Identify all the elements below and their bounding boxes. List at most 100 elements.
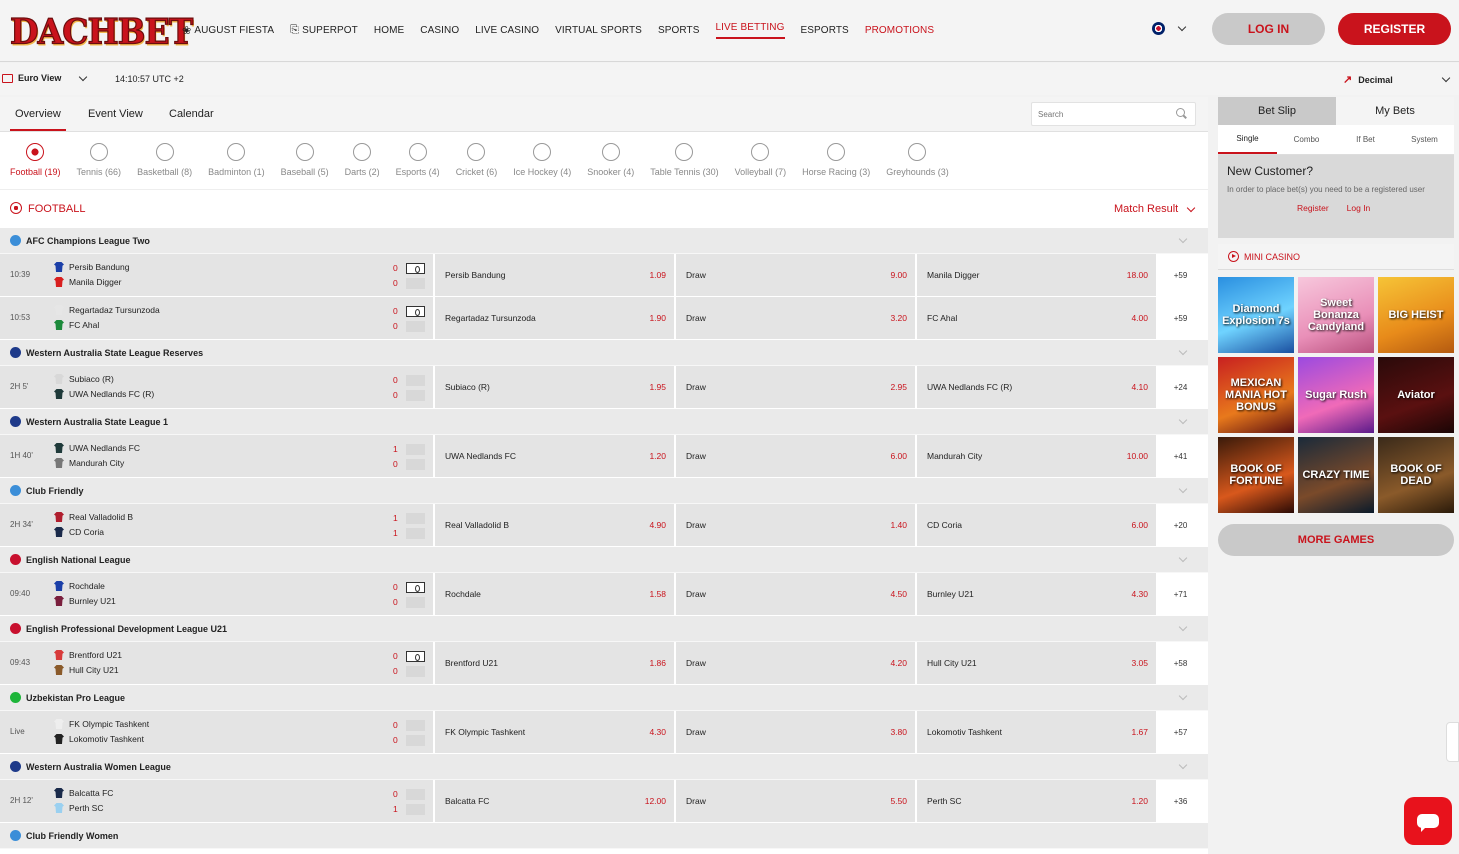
chevron-down-icon[interactable] (1178, 415, 1188, 425)
sport-ice-hockey[interactable]: Ice Hockey (4) (513, 133, 571, 189)
match-info[interactable]: 2H 12' Balcatta FC 0 Perth SC 1 (0, 780, 433, 822)
away-odds-button[interactable]: Lokomotiv Tashkent 1.67 (917, 711, 1156, 753)
side-feedback-tab[interactable] (1446, 722, 1459, 762)
tab-my-bets[interactable]: My Bets (1336, 97, 1454, 125)
draw-odds-button[interactable]: Draw 1.40 (676, 504, 915, 546)
chevron-down-icon[interactable] (1178, 234, 1188, 244)
sport-esports[interactable]: Esports (4) (396, 133, 440, 189)
nav-item-esports[interactable]: ESPORTS (801, 22, 849, 39)
more-markets-button[interactable]: +59 (1158, 254, 1203, 296)
more-markets-button[interactable]: +57 (1158, 711, 1203, 753)
game-tile-sweet-bonanza-candyland[interactable]: Sweet Bonanza Candyland (1298, 277, 1374, 353)
match-info[interactable]: 2H 34' Real Valladolid B 1 CD Coria 1 (0, 504, 433, 546)
league-header[interactable]: Club Friendly Women (0, 823, 1208, 849)
nav-item-promotions[interactable]: PROMOTIONS (865, 22, 934, 39)
game-tile-crazy-time[interactable]: CRAZY TIME (1298, 437, 1374, 513)
pitch-icon[interactable] (406, 651, 425, 662)
away-odds-button[interactable]: Burnley U21 4.30 (917, 573, 1156, 615)
sport-basketball[interactable]: Basketball (8) (137, 133, 192, 189)
nav-item-casino[interactable]: CASINO (420, 22, 459, 39)
search-icon[interactable] (1176, 108, 1185, 117)
nav-item-live-casino[interactable]: LIVE CASINO (475, 22, 539, 39)
league-header[interactable]: Club Friendly (0, 478, 1208, 504)
search-input[interactable] (1031, 102, 1196, 126)
nav-item-sports[interactable]: SPORTS (658, 22, 700, 39)
home-odds-button[interactable]: Brentford U21 1.86 (435, 642, 674, 684)
pitch-icon[interactable] (406, 375, 425, 386)
home-odds-button[interactable]: Subiaco (R) 1.95 (435, 366, 674, 408)
sport-horse-racing[interactable]: Horse Racing (3) (802, 133, 870, 189)
more-markets-button[interactable]: +58 (1158, 642, 1203, 684)
away-odds-button[interactable]: FC Ahal 4.00 (917, 297, 1156, 339)
nav-item-august-fiesta[interactable]: ❀ AUGUST FIESTA (182, 22, 274, 39)
chevron-down-icon[interactable] (1178, 760, 1188, 770)
more-markets-button[interactable]: +36 (1158, 780, 1203, 822)
league-header[interactable]: AFC Champions League Two (0, 228, 1208, 254)
market-selector[interactable]: Match Result (1114, 203, 1196, 215)
league-header[interactable]: English National League (0, 547, 1208, 573)
league-header[interactable]: Western Australia State League Reserves (0, 340, 1208, 366)
match-info[interactable]: 10:53 Regartadaz Tursunzoda 0 FC Ahal 0 (0, 297, 433, 339)
home-odds-button[interactable]: Persib Bandung 1.09 (435, 254, 674, 296)
sport-table-tennis[interactable]: Table Tennis (30) (650, 133, 719, 189)
home-odds-button[interactable]: UWA Nedlands FC 1.20 (435, 435, 674, 477)
sport-darts[interactable]: Darts (2) (345, 133, 380, 189)
chevron-down-icon[interactable] (1178, 346, 1188, 356)
nav-item-home[interactable]: HOME (374, 22, 404, 39)
chevron-down-icon[interactable] (1178, 553, 1188, 563)
pitch-icon[interactable] (406, 720, 425, 731)
sport-cricket[interactable]: Cricket (6) (456, 133, 497, 189)
home-odds-button[interactable]: Regartadaz Tursunzoda 1.90 (435, 297, 674, 339)
away-odds-button[interactable]: Manila Digger 18.00 (917, 254, 1156, 296)
tab-single[interactable]: Single (1218, 125, 1277, 154)
draw-odds-button[interactable]: Draw 5.50 (676, 780, 915, 822)
game-tile-sugar-rush[interactable]: Sugar Rush (1298, 357, 1374, 433)
home-odds-button[interactable]: Rochdale 1.58 (435, 573, 674, 615)
nav-item-superpot[interactable]: ⎘ SUPERPOT (290, 22, 358, 39)
sport-baseball[interactable]: Baseball (5) (281, 133, 329, 189)
draw-odds-button[interactable]: Draw 2.95 (676, 366, 915, 408)
pitch-icon[interactable] (406, 444, 425, 455)
match-info[interactable]: 09:43 Brentford U21 0 Hull City U21 0 (0, 642, 433, 684)
sport-snooker[interactable]: Snooker (4) (587, 133, 634, 189)
match-info[interactable]: 10:39 Persib Bandung 0 Manila Digger 0 (0, 254, 433, 296)
pitch-icon[interactable] (406, 582, 425, 593)
register-link[interactable]: Register (1297, 203, 1329, 213)
draw-odds-button[interactable]: Draw 3.80 (676, 711, 915, 753)
login-link[interactable]: Log In (1347, 203, 1371, 213)
pitch-icon[interactable] (406, 513, 425, 524)
sport-tennis[interactable]: Tennis (66) (77, 133, 121, 189)
pitch-icon[interactable] (406, 789, 425, 800)
game-tile-aviator[interactable]: Aviator (1378, 357, 1454, 433)
match-info[interactable]: 2H 5' Subiaco (R) 0 UWA Nedlands FC (R) 0 (0, 366, 433, 408)
pitch-icon[interactable] (406, 306, 425, 317)
league-header[interactable]: Western Australia Women League (0, 754, 1208, 780)
game-tile-big-heist[interactable]: BIG HEIST (1378, 277, 1454, 353)
chat-button[interactable] (1404, 797, 1452, 845)
chevron-down-icon[interactable] (1178, 691, 1188, 701)
chevron-down-icon[interactable] (1178, 622, 1188, 632)
league-header[interactable]: Uzbekistan Pro League (0, 685, 1208, 711)
more-markets-button[interactable]: +59 (1158, 297, 1203, 339)
draw-odds-button[interactable]: Draw 4.20 (676, 642, 915, 684)
more-markets-button[interactable]: +20 (1158, 504, 1203, 546)
sport-football[interactable]: Football (19) (10, 133, 61, 189)
pitch-icon[interactable] (406, 263, 425, 274)
tab-calendar[interactable]: Calendar (169, 108, 214, 120)
tab-combo[interactable]: Combo (1277, 125, 1336, 154)
draw-odds-button[interactable]: Draw 6.00 (676, 435, 915, 477)
home-odds-button[interactable]: Real Valladolid B 4.90 (435, 504, 674, 546)
game-tile-diamond-explosion-7s[interactable]: Diamond Explosion 7s (1218, 277, 1294, 353)
brand-logo[interactable]: DACHBET (9, 11, 193, 52)
draw-odds-button[interactable]: Draw 3.20 (676, 297, 915, 339)
tab-event-view[interactable]: Event View (88, 108, 143, 120)
more-markets-button[interactable]: +24 (1158, 366, 1203, 408)
sport-volleyball[interactable]: Volleyball (7) (735, 133, 786, 189)
away-odds-button[interactable]: Perth SC 1.20 (917, 780, 1156, 822)
odds-format-selector[interactable]: ↗ Decimal (1343, 73, 1450, 86)
home-odds-button[interactable]: FK Olympic Tashkent 4.30 (435, 711, 674, 753)
match-info[interactable]: 1H 40' UWA Nedlands FC 1 Mandurah City 0 (0, 435, 433, 477)
league-header[interactable]: Western Australia State League 1 (0, 409, 1208, 435)
match-info[interactable]: Live FK Olympic Tashkent 0 Lokomotiv Tashke… (0, 711, 433, 753)
more-games-button[interactable]: MORE GAMES (1218, 524, 1454, 556)
